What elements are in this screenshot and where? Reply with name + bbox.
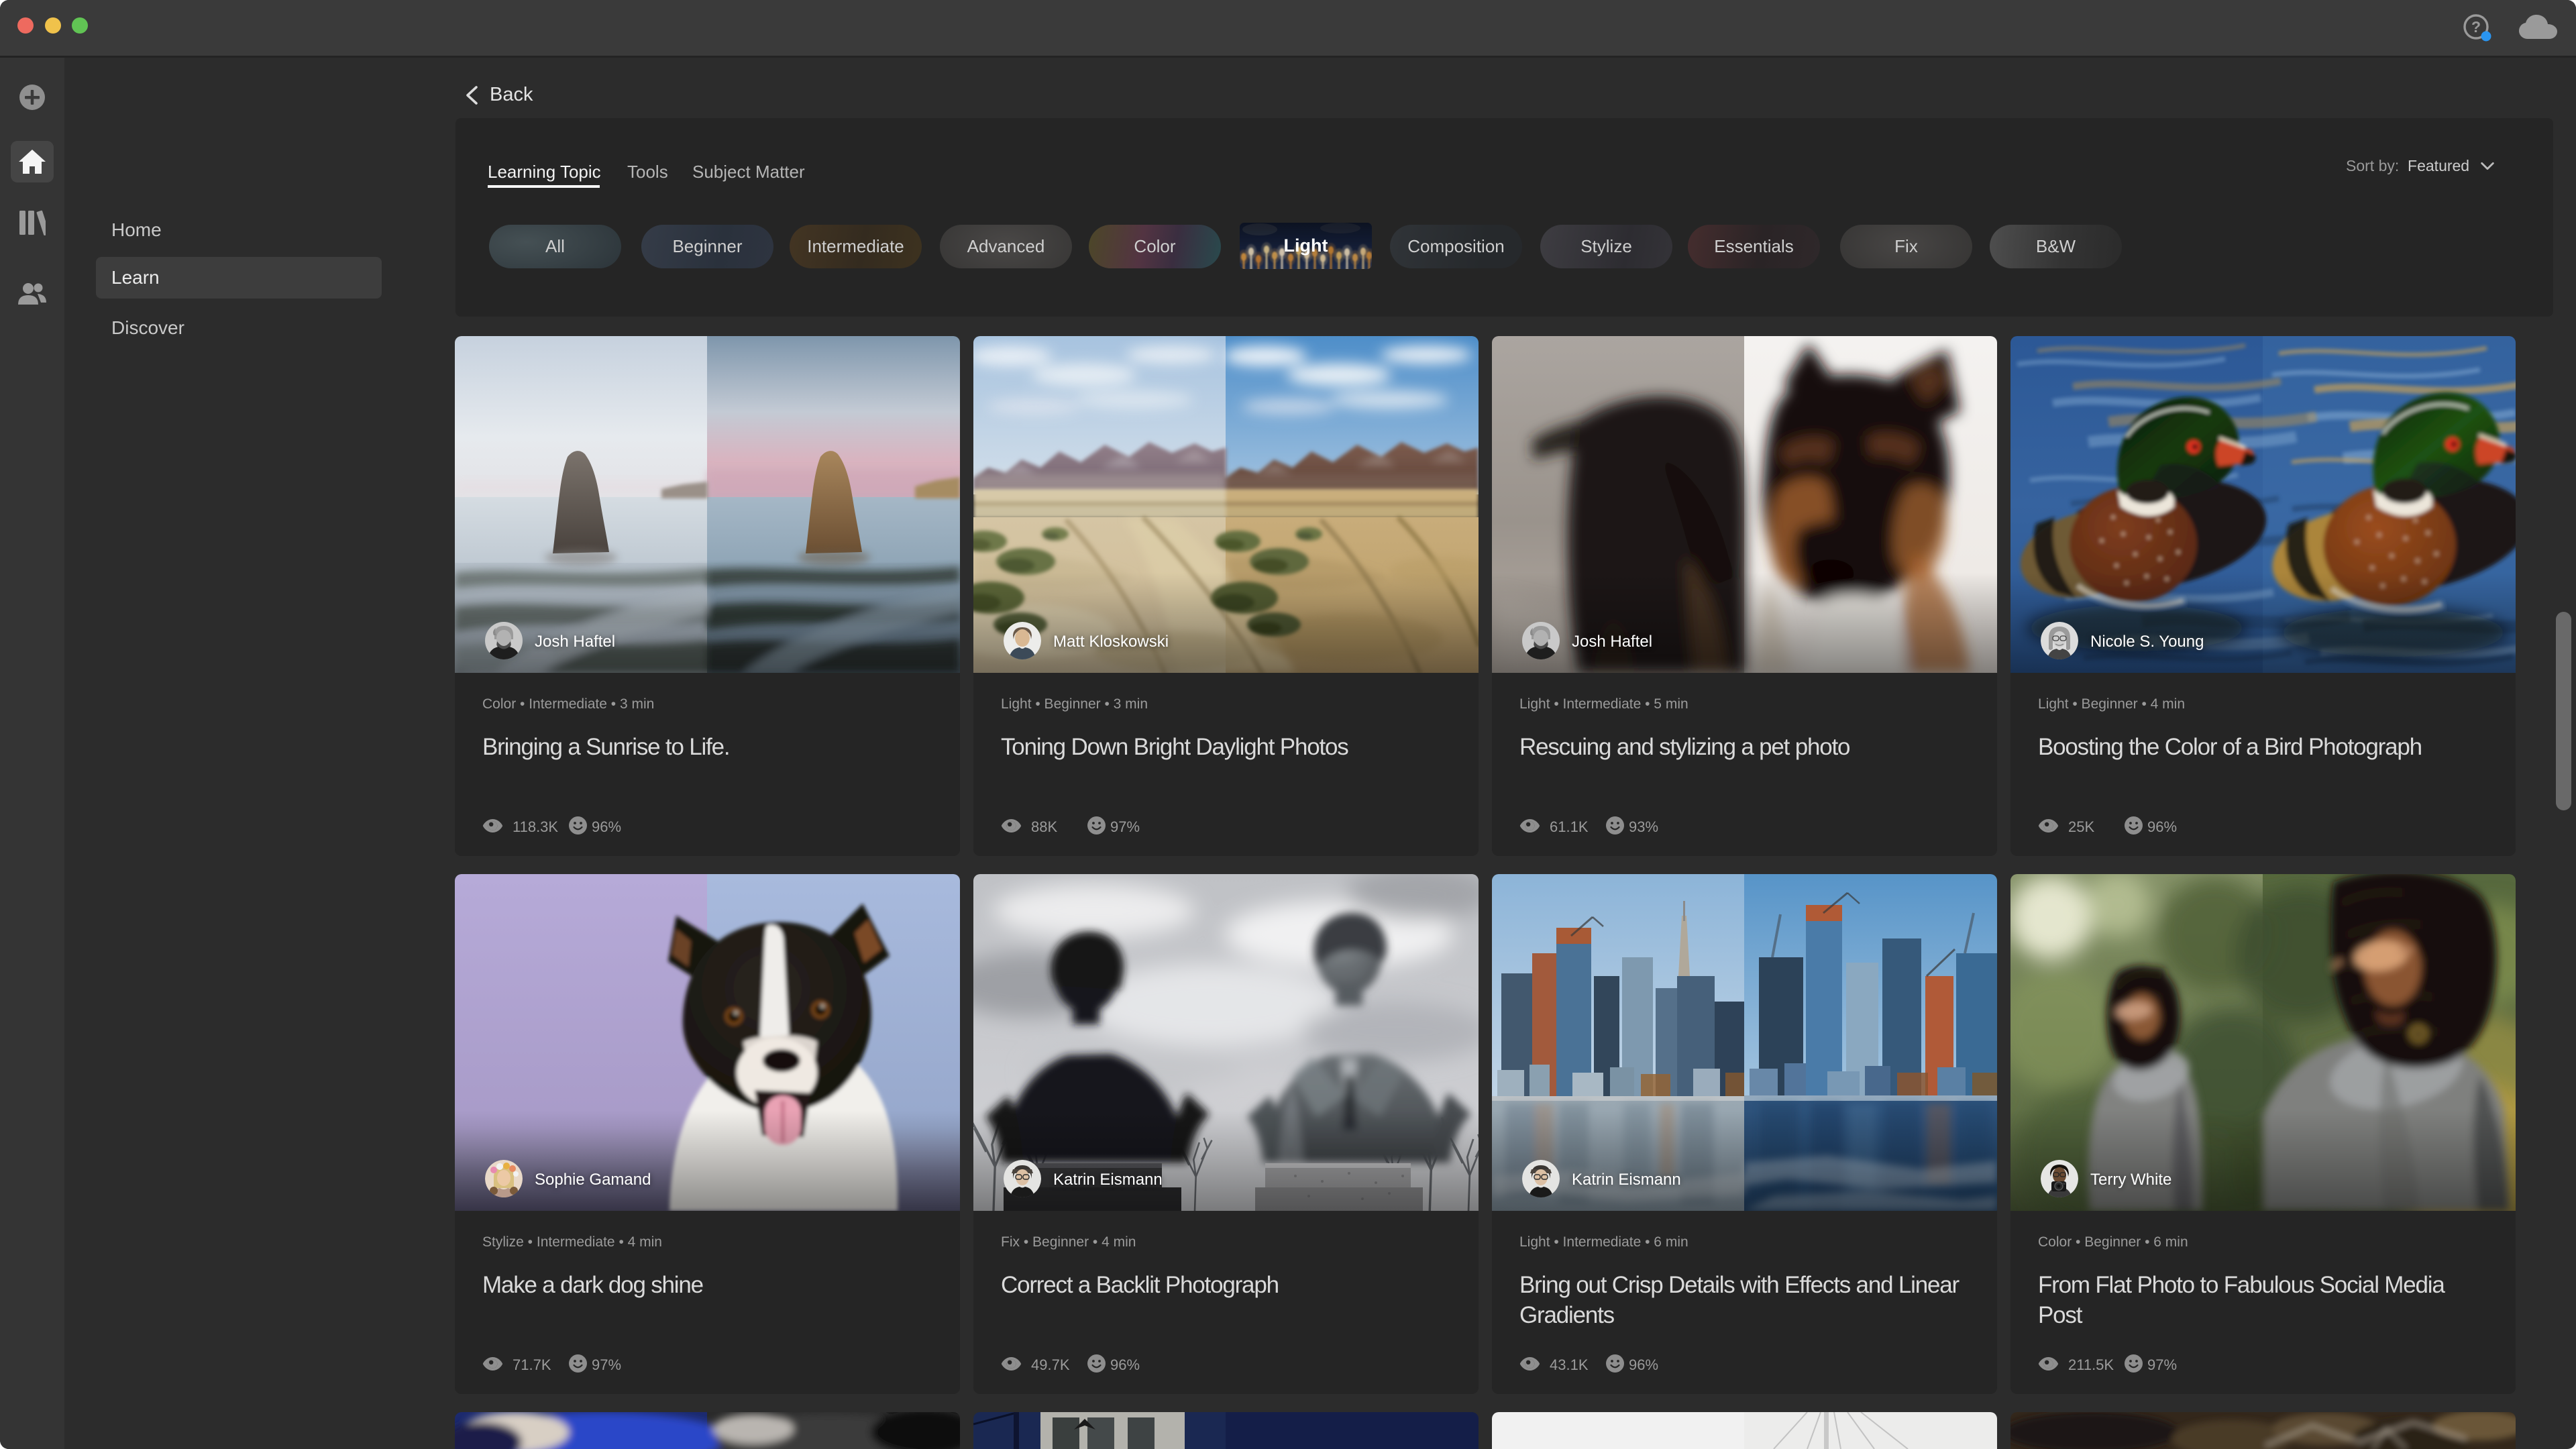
svg-text:?: ? [2471, 18, 2481, 36]
